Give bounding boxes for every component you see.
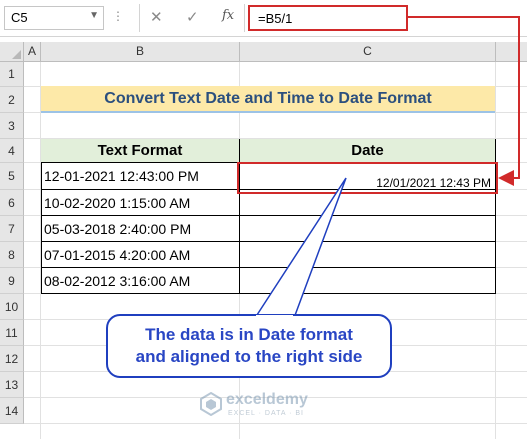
row-header-10[interactable]: 10 bbox=[0, 294, 24, 320]
exceldemy-logo-icon bbox=[200, 392, 222, 416]
row-header-12[interactable]: 12 bbox=[0, 346, 24, 372]
watermark-tagline: EXCEL · DATA · BI bbox=[228, 410, 304, 417]
formula-input[interactable]: =B5/1 bbox=[248, 5, 408, 31]
name-box-value: C5 bbox=[11, 10, 28, 25]
cell-c7[interactable] bbox=[240, 216, 496, 242]
callout-line-1: The data is in Date format bbox=[145, 325, 353, 344]
row-header-4[interactable]: 4 bbox=[0, 139, 24, 163]
callout-line-2: and aligned to the right side bbox=[135, 347, 363, 366]
function-icon[interactable]: fx bbox=[222, 8, 234, 23]
table-row[interactable]: 12-01-2021 12:43:00 PM bbox=[41, 163, 240, 190]
row-header-5[interactable]: 5 bbox=[0, 163, 24, 190]
row-header-7[interactable]: 7 bbox=[0, 216, 24, 242]
highlight-box bbox=[237, 162, 498, 194]
watermark: exceldemy EXCEL · DATA · BI bbox=[196, 389, 356, 425]
column-header-a[interactable]: A bbox=[24, 42, 41, 62]
check-icon[interactable]: ✓ bbox=[186, 8, 199, 26]
chevron-down-icon[interactable]: ▼ bbox=[89, 10, 99, 21]
row-header-6[interactable]: 6 bbox=[0, 190, 24, 216]
watermark-name: exceldemy bbox=[226, 391, 308, 408]
select-all-icon bbox=[12, 50, 21, 59]
formula-text: =B5/1 bbox=[258, 11, 293, 26]
table-row[interactable]: 07-01-2015 4:20:00 AM bbox=[41, 242, 240, 268]
header-text-format[interactable]: Text Format bbox=[41, 139, 240, 163]
column-header-b[interactable]: B bbox=[41, 42, 240, 62]
sheet-title: Convert Text Date and Time to Date Forma… bbox=[41, 86, 495, 113]
name-box[interactable]: C5 ▼ bbox=[4, 6, 104, 30]
formula-bar: C5 ▼ ⋮ ✕ ✓ fx =B5/1 bbox=[0, 0, 527, 37]
row-header-11[interactable]: 11 bbox=[0, 320, 24, 346]
divider bbox=[139, 4, 140, 32]
cell-c8[interactable] bbox=[240, 242, 496, 268]
row-header-9[interactable]: 9 bbox=[0, 268, 24, 294]
table-row[interactable]: 08-02-2012 3:16:00 AM bbox=[41, 268, 240, 294]
more-options-icon[interactable]: ⋮ bbox=[112, 9, 124, 23]
row-header-13[interactable]: 13 bbox=[0, 372, 24, 398]
select-all-button[interactable] bbox=[0, 42, 24, 62]
row-header-3[interactable]: 3 bbox=[0, 113, 24, 139]
header-date[interactable]: Date bbox=[240, 139, 496, 163]
row-header-2[interactable]: 2 bbox=[0, 87, 24, 113]
table-row[interactable]: 10-02-2020 1:15:00 AM bbox=[41, 190, 240, 216]
row-header-14[interactable]: 14 bbox=[0, 398, 24, 424]
row-header-1[interactable]: 1 bbox=[0, 62, 24, 87]
callout-seam bbox=[256, 315, 293, 319]
row-header-8[interactable]: 8 bbox=[0, 242, 24, 268]
cell-c9[interactable] bbox=[240, 268, 496, 294]
column-header-c[interactable]: C bbox=[240, 42, 496, 62]
close-icon[interactable]: ✕ bbox=[150, 8, 163, 26]
callout-box: The data is in Date format and aligned t… bbox=[106, 314, 392, 378]
column-header-d[interactable] bbox=[496, 42, 527, 62]
divider bbox=[244, 4, 245, 32]
table-row[interactable]: 05-03-2018 2:40:00 PM bbox=[41, 216, 240, 242]
